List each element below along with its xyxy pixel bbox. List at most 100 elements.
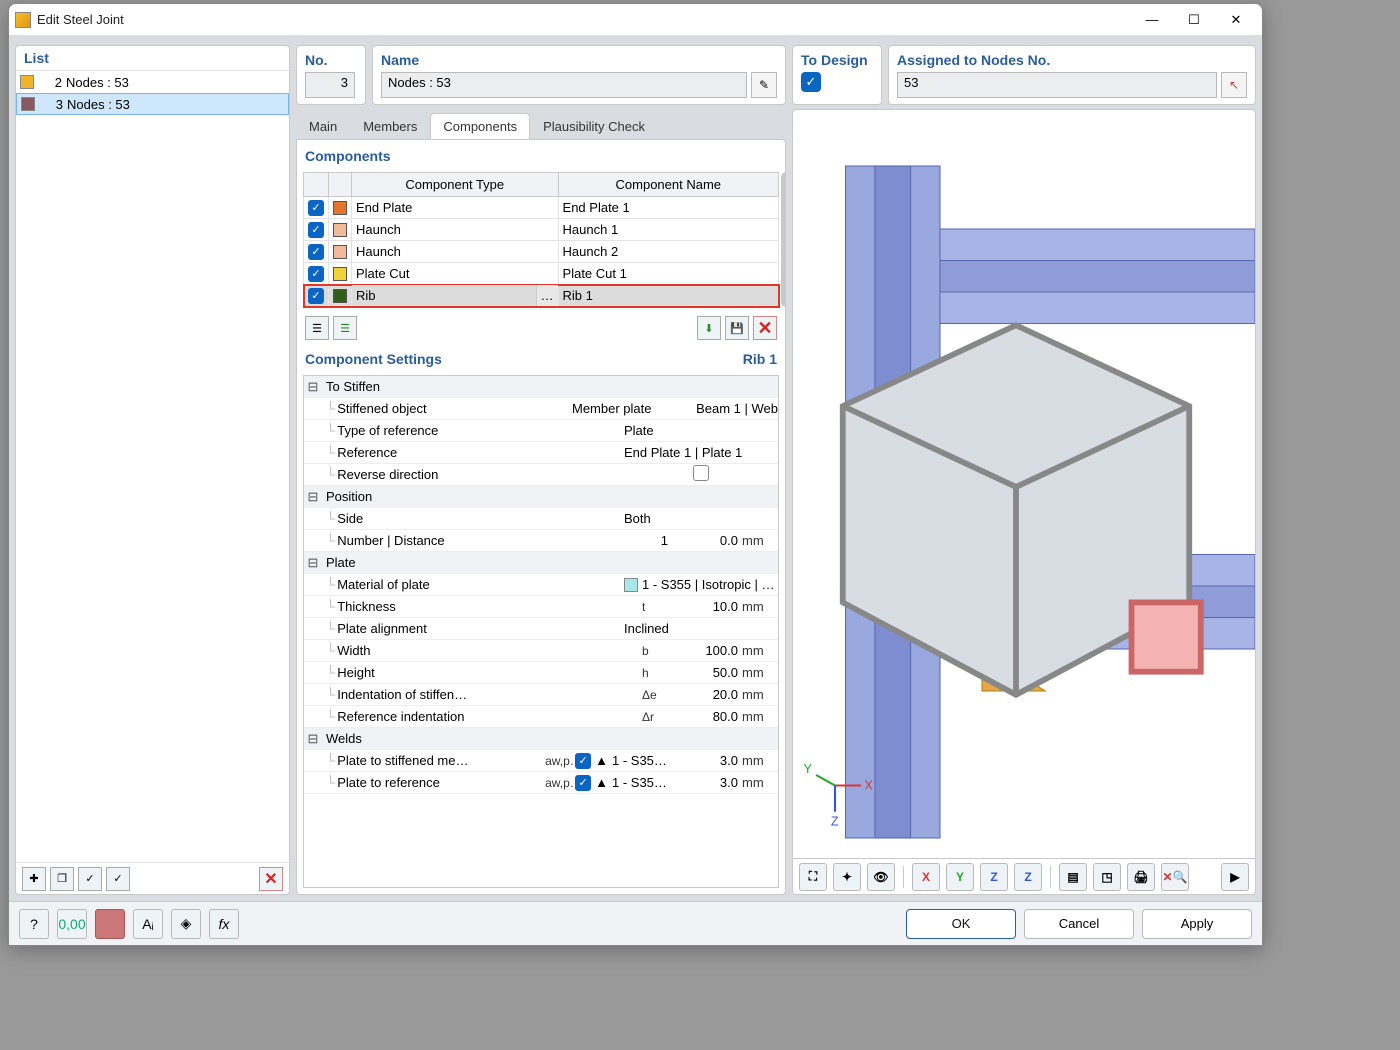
list-delete-button[interactable]: ✕ <box>259 867 283 891</box>
tab-plausibility-check[interactable]: Plausibility Check <box>530 113 658 139</box>
list-panel-title: List <box>16 46 289 71</box>
view-eye-button[interactable]: 👁 <box>867 863 895 891</box>
row-checkbox[interactable]: ✓ <box>308 200 324 216</box>
property-row[interactable]: └Plate to stiffened me…aw,p…✓▲1 - S35…3.… <box>304 750 778 772</box>
name-label: Name <box>381 52 777 68</box>
list-new-button[interactable]: ✚ <box>22 867 46 891</box>
color-button[interactable] <box>95 909 125 939</box>
list-swatch-icon <box>21 97 35 111</box>
property-row[interactable]: └SideBoth <box>304 508 778 530</box>
row-checkbox[interactable]: ✓ <box>308 244 324 260</box>
titlebar: Edit Steel Joint — ☐ ✕ <box>9 4 1262 36</box>
tab-main[interactable]: Main <box>296 113 350 139</box>
settings-subtitle: Rib 1 <box>743 351 777 367</box>
row-swatch-icon <box>333 245 347 259</box>
list-item[interactable]: 3 Nodes : 53 <box>16 93 289 115</box>
list-copy-button[interactable]: ❐ <box>50 867 74 891</box>
components-title: Components <box>305 148 391 164</box>
row-checkbox[interactable]: ✓ <box>308 222 324 238</box>
component-row[interactable]: ✓ Haunch Haunch 1 <box>304 219 779 241</box>
collapse-icon[interactable]: ⊟ <box>304 555 322 571</box>
view-expand-button[interactable]: ▶ <box>1221 863 1249 891</box>
list-check2-button[interactable]: ✓ <box>106 867 130 891</box>
comp-delete-button[interactable]: ✕ <box>753 316 777 340</box>
viewport-3d[interactable]: X Y Z ⛶ ✦ 👁 <box>792 109 1256 895</box>
property-row[interactable]: └Heighth50.0mm <box>304 662 778 684</box>
row-checkbox[interactable]: ✓ <box>308 266 324 282</box>
viewcube-icon[interactable] <box>792 118 1247 895</box>
component-row[interactable]: ✓ Rib… Rib 1 <box>304 285 779 307</box>
view-z-button[interactable]: Z <box>980 863 1008 891</box>
list-rows: 2 Nodes : 53 3 Nodes : 53 <box>16 71 289 862</box>
property-row[interactable]: └Stiffened objectMember plateBeam 1 | We… <box>304 398 778 420</box>
property-row[interactable]: └Plate to referenceaw,p…✓▲1 - S35…3.0mm <box>304 772 778 794</box>
assigned-pick-button[interactable]: ↖ <box>1221 72 1247 98</box>
property-checkbox[interactable] <box>693 465 709 481</box>
name-edit-button[interactable]: ✎ <box>751 72 777 98</box>
property-row[interactable]: └Material of plate1 - S355 | Isotropic |… <box>304 574 778 596</box>
view-search-button[interactable]: ✕🔍 <box>1161 863 1189 891</box>
formula-button[interactable]: fx <box>209 909 239 939</box>
cancel-button[interactable]: Cancel <box>1024 909 1134 939</box>
collapse-icon[interactable]: ⊟ <box>304 489 322 505</box>
row-swatch-icon <box>333 289 347 303</box>
row-swatch-icon <box>333 223 347 237</box>
view-print-button[interactable]: 🖨 <box>1127 863 1155 891</box>
tab-components[interactable]: Components <box>430 113 530 139</box>
view-y-button[interactable]: Y <box>946 863 974 891</box>
font-button[interactable]: Aᵢ <box>133 909 163 939</box>
window-button[interactable]: ◈ <box>171 909 201 939</box>
view-axes-button[interactable]: ✦ <box>833 863 861 891</box>
property-row[interactable]: └Indentation of stiffen…Δe20.0mm <box>304 684 778 706</box>
units-button[interactable]: 0,00 <box>57 909 87 939</box>
property-group[interactable]: ⊟Welds <box>304 728 778 750</box>
property-row[interactable]: └Reverse direction <box>304 464 778 486</box>
property-group[interactable]: ⊟Plate <box>304 552 778 574</box>
property-row[interactable]: └Plate alignmentInclined <box>304 618 778 640</box>
comp-save-button[interactable]: 💾 <box>725 316 749 340</box>
ok-button[interactable]: OK <box>906 909 1016 939</box>
comp-new-button[interactable]: ☰ <box>305 316 329 340</box>
list-check-button[interactable]: ✓ <box>78 867 102 891</box>
property-row[interactable]: └Thicknesst10.0mm <box>304 596 778 618</box>
property-group[interactable]: ⊟To Stiffen <box>304 376 778 398</box>
property-row[interactable]: └ReferenceEnd Plate 1 | Plate 1 <box>304 442 778 464</box>
property-row[interactable]: └Widthb100.0mm <box>304 640 778 662</box>
tabs: MainMembersComponentsPlausibility Check <box>296 111 786 139</box>
component-row[interactable]: ✓ Plate Cut Plate Cut 1 <box>304 263 779 285</box>
view-layers-button[interactable]: ▤ <box>1059 863 1087 891</box>
assigned-label: Assigned to Nodes No. <box>897 52 1247 68</box>
property-row[interactable]: └Reference indentationΔr80.0mm <box>304 706 778 728</box>
view-z2-button[interactable]: Z <box>1014 863 1042 891</box>
component-row[interactable]: ✓ Haunch Haunch 2 <box>304 241 779 263</box>
comp-new2-button[interactable]: ☰ <box>333 316 357 340</box>
list-item[interactable]: 2 Nodes : 53 <box>16 71 289 93</box>
view-fit-button[interactable]: ⛶ <box>799 863 827 891</box>
property-row[interactable]: └Type of referencePlate <box>304 420 778 442</box>
row-checkbox[interactable]: ✓ <box>308 288 324 304</box>
property-row[interactable]: └Number | Distance10.0mm <box>304 530 778 552</box>
collapse-icon[interactable]: ⊟ <box>304 379 322 395</box>
minimize-button[interactable]: — <box>1132 6 1172 34</box>
apply-button[interactable]: Apply <box>1142 909 1252 939</box>
tab-members[interactable]: Members <box>350 113 430 139</box>
settings-title: Component Settings <box>305 351 442 367</box>
property-tree[interactable]: ⊟To Stiffen└Stiffened objectMember plate… <box>303 375 779 888</box>
close-button[interactable]: ✕ <box>1216 6 1256 34</box>
components-table: Component Type Component Name ✓ End Plat… <box>303 172 779 307</box>
view-x-button[interactable]: X <box>912 863 940 891</box>
comp-import-button[interactable]: ⬇ <box>697 316 721 340</box>
name-input[interactable]: Nodes : 53 <box>381 72 747 98</box>
help-button[interactable]: ? <box>19 909 49 939</box>
view-cube-button[interactable]: ◳ <box>1093 863 1121 891</box>
dialog-window: Edit Steel Joint — ☐ ✕ List 2 Nodes : 53… <box>8 3 1263 946</box>
row-swatch-icon <box>333 267 347 281</box>
component-row[interactable]: ✓ End Plate End Plate 1 <box>304 197 779 219</box>
todesign-checkbox[interactable]: ✓ <box>801 72 821 92</box>
row-more-button[interactable]: … <box>536 285 558 306</box>
maximize-button[interactable]: ☐ <box>1174 6 1214 34</box>
no-input[interactable]: 3 <box>305 72 355 98</box>
property-group[interactable]: ⊟Position <box>304 486 778 508</box>
collapse-icon[interactable]: ⊟ <box>304 731 322 747</box>
assigned-input[interactable]: 53 <box>897 72 1217 98</box>
